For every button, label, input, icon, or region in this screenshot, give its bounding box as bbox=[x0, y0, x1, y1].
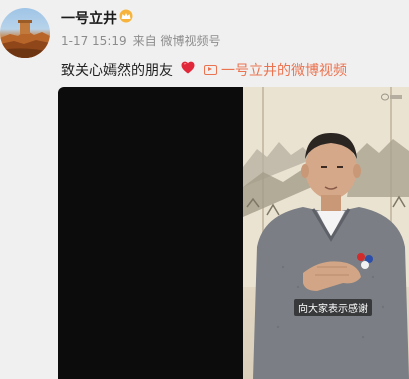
heart-icon bbox=[181, 61, 195, 74]
post-source: 来自 微博视频号 bbox=[132, 34, 221, 48]
post-text: 致关心嫣然的朋友 bbox=[61, 63, 173, 79]
video-scene bbox=[243, 87, 409, 379]
author-name[interactable]: 一号立井 bbox=[61, 8, 117, 28]
post-date[interactable]: 1-17 15:19 bbox=[61, 34, 127, 48]
weibo-post: 一号立井 1-17 15:19 来自 微博视频号 致关心嫣然的朋友 一号立井的微博… bbox=[0, 0, 409, 379]
video-link[interactable]: 一号立井的微博视频 bbox=[204, 60, 347, 80]
video-link-label: 一号立井的微博视频 bbox=[221, 63, 347, 79]
video-player[interactable]: 向大家表示感谢 bbox=[58, 87, 409, 379]
post-meta: 1-17 15:19 来自 微博视频号 bbox=[61, 32, 226, 49]
crown-icon bbox=[119, 9, 133, 23]
video-frame bbox=[243, 87, 409, 379]
video-play-icon bbox=[204, 65, 217, 75]
video-caption: 向大家表示感谢 bbox=[294, 299, 372, 316]
avatar[interactable] bbox=[0, 8, 50, 58]
avatar-image bbox=[0, 20, 50, 58]
video-watermark-icon bbox=[381, 93, 403, 103]
